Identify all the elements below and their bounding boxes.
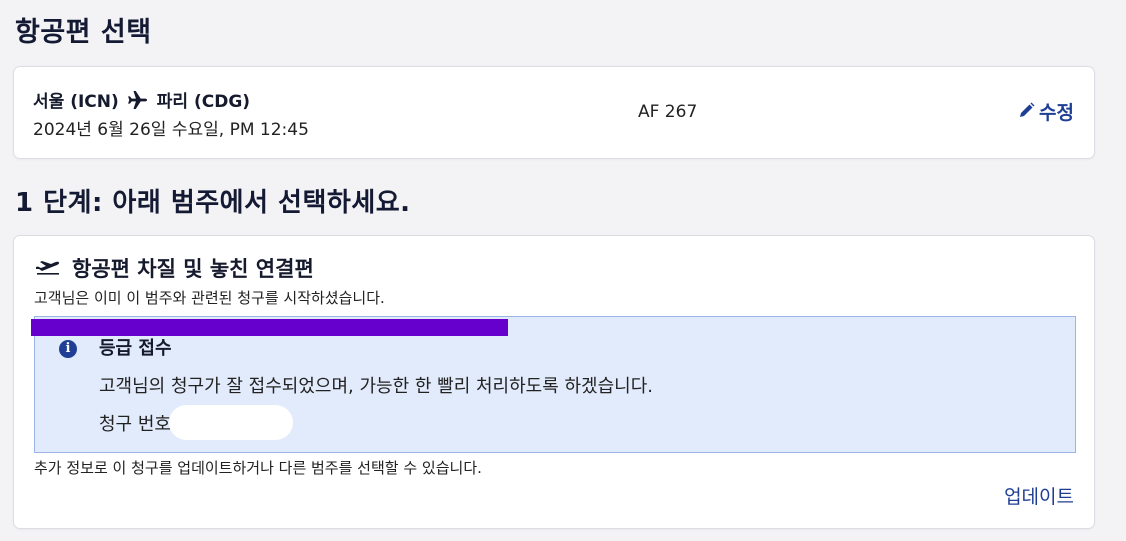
page: 항공편 선택 서울 (ICN) 파리 (CDG) 2024년 6월 26일 수요…: [0, 0, 1126, 541]
claim-description: 고객님은 이미 이 범주와 관련된 청구를 시작하셨습니다.: [34, 289, 385, 307]
origin: 서울 (ICN): [33, 92, 119, 112]
claim-number-redaction: [168, 405, 293, 440]
claim-number-row: 청구 번호: [99, 405, 293, 440]
info-icon: i: [59, 340, 77, 358]
update-note: 추가 정보로 이 청구를 업데이트하거나 다른 범주를 선택할 수 있습니다.: [34, 459, 482, 477]
step-title: 1 단계: 아래 범주에서 선택하세요.: [15, 188, 411, 218]
flight-datetime: 2024년 6월 26일 수요일, PM 12:45: [33, 120, 309, 140]
claim-status-notice: i 등급 접수 고객님의 청구가 잘 접수되었으며, 가능한 한 빨리 처리하도…: [34, 316, 1076, 453]
edit-button[interactable]: 수정: [1019, 98, 1074, 125]
destination: 파리 (CDG): [156, 92, 251, 112]
flight-number: AF 267: [638, 102, 698, 122]
claim-category-header: 항공편 차질 및 놓친 연결편: [34, 253, 314, 283]
claim-number-label: 청구 번호: [99, 413, 171, 435]
flight-route: 서울 (ICN) 파리 (CDG): [33, 87, 250, 112]
claim-category-card: 항공편 차질 및 놓친 연결편 고객님은 이미 이 범주와 관련된 청구를 시작…: [13, 235, 1095, 529]
scrollbar-track[interactable]: [1106, 0, 1126, 541]
claim-category-title: 항공편 차질 및 놓친 연결편: [72, 257, 314, 281]
pencil-icon: [1019, 101, 1035, 123]
update-button[interactable]: 업데이트: [1004, 482, 1074, 509]
plane-takeoff-icon: [34, 256, 62, 280]
flight-summary-card: 서울 (ICN) 파리 (CDG) 2024년 6월 26일 수요일, PM 1…: [13, 66, 1095, 159]
plane-icon: [127, 90, 149, 109]
notice-message: 고객님의 청구가 잘 접수되었으며, 가능한 한 빨리 처리하도록 하겠습니다.: [99, 376, 654, 397]
redaction-bar: [31, 319, 508, 336]
edit-label: 수정: [1039, 102, 1074, 124]
notice-title: 등급 접수: [99, 338, 172, 359]
page-title: 항공편 선택: [15, 17, 152, 48]
